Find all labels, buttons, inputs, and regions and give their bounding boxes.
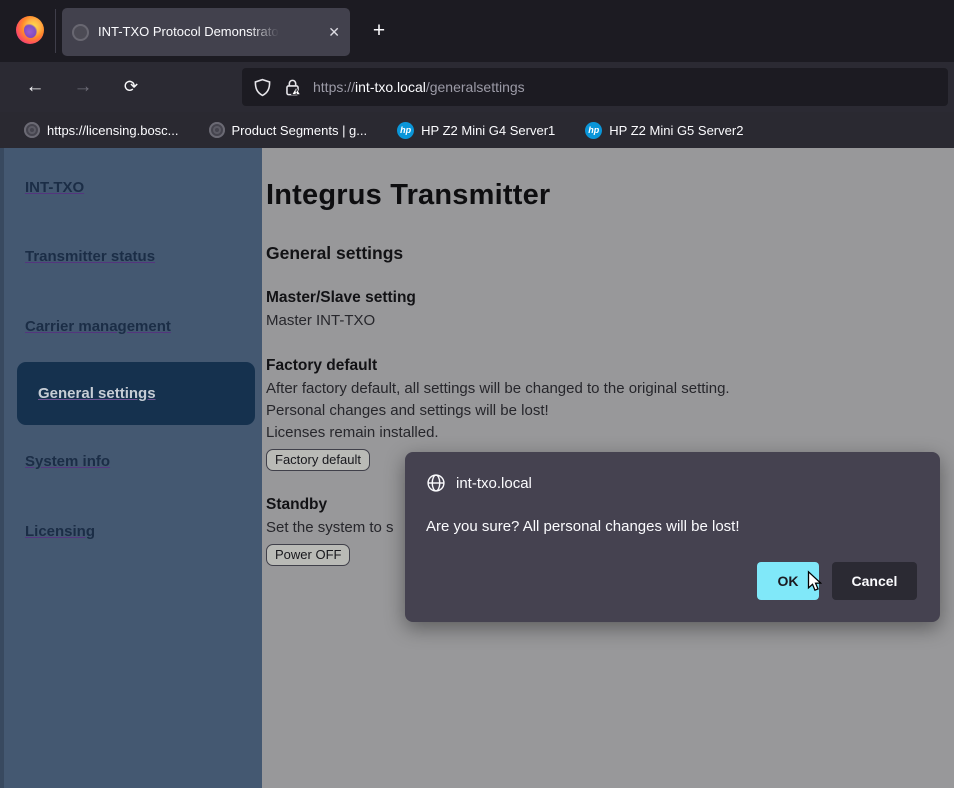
- master-slave-heading: Master/Slave setting: [266, 289, 954, 307]
- dialog-origin: int-txo.local: [456, 475, 532, 492]
- bookmark-label: HP Z2 Mini G4 Server1: [421, 123, 555, 138]
- sidebar-item-licensing[interactable]: Licensing: [4, 522, 262, 542]
- globe-icon: [209, 122, 225, 138]
- bookmarks-bar: https://licensing.bosc... Product Segmen…: [0, 112, 954, 148]
- shield-icon[interactable]: [253, 78, 272, 97]
- forward-button[interactable]: →: [66, 62, 100, 112]
- cancel-button[interactable]: Cancel: [832, 562, 917, 600]
- sidebar-item-carrier-management[interactable]: Carrier management: [4, 317, 262, 337]
- globe-icon: [24, 122, 40, 138]
- factory-default-heading: Factory default: [266, 357, 954, 375]
- dialog-message: Are you sure? All personal changes will …: [405, 493, 940, 535]
- confirm-dialog: int-txo.local Are you sure? All personal…: [405, 452, 940, 622]
- firefox-icon[interactable]: [16, 16, 44, 44]
- url-host: int-txo.local: [355, 79, 426, 95]
- lock-warning-icon[interactable]: [283, 78, 302, 97]
- tab-bar: INT-TXO Protocol Demonstrato ✕ +: [0, 0, 954, 62]
- url-path: /generalsettings: [426, 79, 525, 95]
- browser-tab[interactable]: INT-TXO Protocol Demonstrato ✕: [62, 8, 350, 56]
- back-button[interactable]: ←: [18, 62, 52, 112]
- sidebar-item-system-info[interactable]: System info: [4, 452, 262, 472]
- tab-separator: [55, 9, 56, 53]
- sidebar-item-transmitter-status[interactable]: Transmitter status: [4, 247, 262, 267]
- url-bar[interactable]: https://int-txo.local/generalsettings: [242, 68, 948, 106]
- bookmark-label: https://licensing.bosc...: [47, 123, 179, 138]
- bookmark-label: HP Z2 Mini G5 Server2: [609, 123, 743, 138]
- sidebar-nav: INT-TXO Transmitter status Carrier manag…: [0, 148, 262, 788]
- navigation-toolbar: ← → ⟳ https://int-txo.local/generalsetti…: [0, 62, 954, 112]
- reload-button[interactable]: ⟳: [114, 62, 148, 112]
- power-off-button[interactable]: Power OFF: [266, 544, 350, 566]
- bookmark-label: Product Segments | g...: [232, 123, 368, 138]
- bookmark-product-segments[interactable]: Product Segments | g...: [209, 122, 368, 138]
- tab-close-icon[interactable]: ✕: [328, 25, 340, 39]
- factory-default-button[interactable]: Factory default: [266, 449, 370, 471]
- factory-default-text: Licenses remain installed.: [266, 422, 954, 444]
- new-tab-button[interactable]: +: [363, 15, 395, 47]
- tab-title-fade: [249, 23, 279, 41]
- sidebar-item-int-txo[interactable]: INT-TXO: [4, 178, 262, 198]
- hp-logo-icon: hp: [397, 122, 414, 139]
- section-heading: General settings: [266, 243, 954, 264]
- master-slave-value: Master INT-TXO: [266, 310, 954, 332]
- page-title: Integrus Transmitter: [266, 179, 954, 212]
- bookmark-licensing[interactable]: https://licensing.bosc...: [24, 122, 179, 138]
- factory-default-text: After factory default, all settings will…: [266, 378, 954, 400]
- bookmark-hp-g4-server1[interactable]: hp HP Z2 Mini G4 Server1: [397, 122, 555, 139]
- tab-favicon-icon: [72, 24, 89, 41]
- hp-logo-icon: hp: [585, 122, 602, 139]
- globe-icon: [426, 473, 446, 493]
- bookmark-hp-g5-server2[interactable]: hp HP Z2 Mini G5 Server2: [585, 122, 743, 139]
- ok-button[interactable]: OK: [757, 562, 819, 600]
- url-scheme: https://: [313, 79, 355, 95]
- factory-default-text: Personal changes and settings will be lo…: [266, 400, 954, 422]
- sidebar-item-general-settings[interactable]: General settings: [17, 362, 255, 425]
